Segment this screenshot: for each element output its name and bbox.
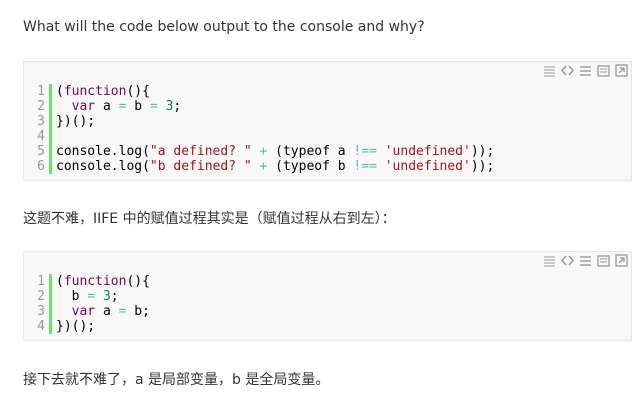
code-token: ;	[110, 289, 119, 304]
code-token: a	[95, 304, 119, 319]
code-token: var	[71, 99, 96, 114]
code-line: 1 (function(){	[24, 84, 631, 99]
code-brackets-icon[interactable]	[561, 64, 574, 77]
line-number: 1	[24, 274, 52, 289]
code-token: var	[71, 304, 96, 319]
code-token: })();	[56, 319, 96, 334]
code-block-2: 1 (function(){2 b = 3; 3 var a = b; 4})();	[23, 251, 632, 341]
code-token: (typeof b	[267, 159, 354, 174]
code-text: (function(){	[52, 84, 150, 99]
code-text: var a = b;	[52, 304, 150, 319]
code-toolbar	[24, 62, 631, 81]
code-token: b	[126, 99, 150, 114]
code-token: b	[56, 289, 88, 304]
line-number: 4	[24, 129, 52, 144]
code-text: })();	[52, 114, 95, 129]
code-block-1: 1 (function(){2 var a = b = 3; 3})(); 4 5 con…	[23, 61, 632, 181]
code-token: ));	[470, 159, 495, 174]
code-token: })();	[56, 114, 96, 129]
code-token: 'undefined'	[384, 144, 471, 159]
code-token: "b defined? "	[149, 159, 252, 174]
code-token: =	[87, 289, 96, 304]
code-token: !==	[353, 144, 377, 159]
code-line: 2 var a = b = 3;	[24, 99, 631, 114]
line-number: 6	[24, 159, 52, 174]
code-text: console.log("a defined? " + (typeof a !=…	[52, 144, 494, 159]
code-token: ));	[470, 144, 495, 159]
code-toolbar	[24, 252, 631, 271]
view-source-icon[interactable]	[543, 64, 556, 77]
code-text: var a = b = 3;	[52, 99, 182, 114]
view-source-icon[interactable]	[543, 254, 556, 267]
code-token: (){	[126, 84, 150, 99]
code-token: =	[149, 99, 158, 114]
line-number: 5	[24, 144, 52, 159]
code-token: (	[56, 84, 64, 99]
code-token: console.log(	[56, 144, 150, 159]
line-number: 2	[24, 99, 52, 114]
line-number: 2	[24, 289, 52, 304]
copy-icon[interactable]	[579, 64, 592, 77]
code-token: ;	[173, 99, 182, 114]
line-number: 3	[24, 114, 52, 129]
code-token: (	[56, 274, 64, 289]
code-token: console.log(	[56, 159, 150, 174]
code-brackets-icon[interactable]	[561, 254, 574, 267]
code-token: (){	[126, 274, 150, 289]
copy-icon[interactable]	[579, 254, 592, 267]
code-line: 3 var a = b;	[24, 304, 631, 319]
code-line: 1 (function(){	[24, 274, 631, 289]
code-token: a	[95, 99, 119, 114]
line-number: 1	[24, 84, 52, 99]
print-icon[interactable]	[597, 64, 610, 77]
conclusion-text: 接下去就不难了，a 是局部变量，b 是全局变量。	[23, 372, 330, 388]
code-token: 3	[102, 289, 111, 304]
code-content: 1 (function(){2 var a = b = 3; 3})(); 4 5 con…	[24, 81, 631, 174]
code-text: })();	[52, 319, 95, 334]
code-token: 'undefined'	[384, 159, 471, 174]
code-token: function	[63, 84, 127, 99]
code-token: (typeof a	[267, 144, 354, 159]
line-number: 4	[24, 319, 52, 334]
code-token: b;	[126, 304, 150, 319]
explanation-text: 这题不难，IIFE 中的赋值过程其实是（赋值过程从右到左）：	[23, 211, 396, 227]
code-text: console.log("b defined? " + (typeof b !=…	[52, 159, 494, 174]
code-text: b = 3;	[52, 289, 119, 304]
code-token: !==	[353, 159, 377, 174]
help-icon[interactable]	[615, 64, 628, 77]
line-number: 3	[24, 304, 52, 319]
code-line: 4	[24, 129, 631, 144]
code-token: function	[63, 274, 127, 289]
code-line: 5 console.log("a defined? " + (typeof a !…	[24, 144, 631, 159]
code-token: "a defined? "	[149, 144, 252, 159]
code-content: 1 (function(){2 b = 3; 3 var a = b; 4})();	[24, 271, 631, 334]
code-line: 6 console.log("b defined? " + (typeof b !…	[24, 159, 631, 174]
code-text: (function(){	[52, 274, 150, 289]
code-line: 2 b = 3;	[24, 289, 631, 304]
code-line: 4 })();	[24, 319, 631, 334]
question-text: What will the code below output to the c…	[23, 19, 425, 35]
code-line: 3 })();	[24, 114, 631, 129]
print-icon[interactable]	[597, 254, 610, 267]
help-icon[interactable]	[615, 254, 628, 267]
